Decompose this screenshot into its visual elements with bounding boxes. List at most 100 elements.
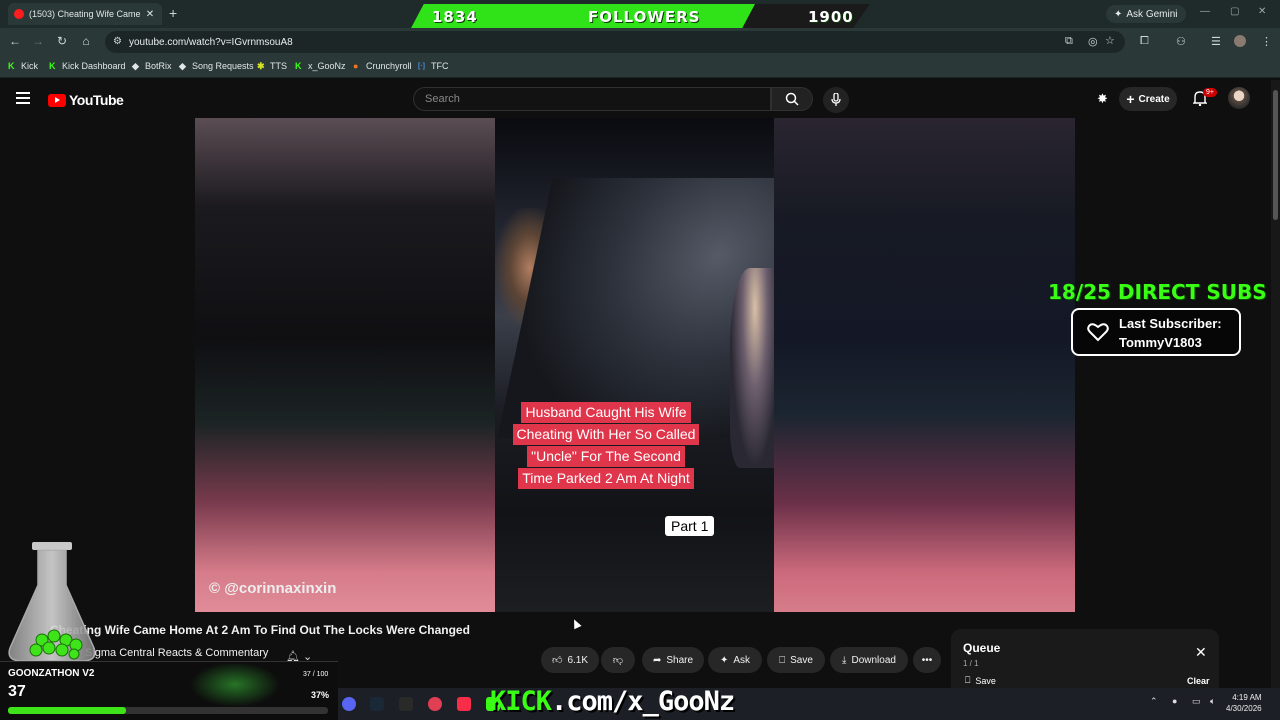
kick-icon: K [49,60,56,71]
share-icon: ➦ [652,654,662,666]
account-avatar[interactable] [1228,87,1250,109]
site-info-icon[interactable]: ⚙ [113,36,122,47]
restore-icon[interactable]: ▢ [1230,6,1239,17]
eye-off-icon[interactable]: ◎ [1088,35,1098,48]
search-button[interactable] [771,87,813,111]
bookmark-tts[interactable]: ✱ TTS [257,61,287,71]
system-clock[interactable]: 4:19 AM 4/30/2026 [1226,692,1262,714]
bookmark-kick[interactable]: K Kick [8,61,38,71]
queue-count: 1 / 1 [963,659,979,668]
share-button[interactable]: ➦ Share [642,647,704,673]
ask-gemini-button[interactable]: ✦ Ask Gemini [1106,5,1186,23]
youtube-logo[interactable]: YouTube [48,92,124,108]
search-input[interactable]: Search [413,87,771,111]
more-actions-button[interactable]: ••• [913,647,941,673]
more-horizontal-icon: ••• [921,654,933,666]
home-icon[interactable]: ⌂ [78,34,94,48]
youtube-header: YouTube Search ✸ + Create 9+ [0,79,1270,119]
download-icon: ⤓ [842,654,847,666]
menu-kebab-icon[interactable]: ⋮ [1261,35,1272,48]
last-subscriber-box: Last Subscriber: TommyV1803 [1071,308,1241,356]
ask-button[interactable]: ✦ Ask [708,647,762,673]
microphone-icon [831,93,841,106]
last-subscriber-name: TommyV1803 [1119,335,1202,350]
volume-icon[interactable]: 🔈︎ [1210,696,1215,707]
save-label: Save [790,654,813,666]
bookmark-crunchyroll[interactable]: ● Crunchyroll [353,61,412,71]
music-icon[interactable] [457,697,471,711]
bookmark-x-goonz[interactable]: Kx_GooNz [295,61,346,71]
back-icon[interactable]: ← [7,34,23,48]
queue-clear-button[interactable]: Clear [1187,676,1210,686]
caption-line: Time Parked 2 Am At Night [518,468,694,489]
scrollbar-thumb[interactable] [1273,90,1278,220]
address-bar[interactable]: ⚙ youtube.com/watch?v=IGvrnmsouA8 ⧉ ◎ ☆ [105,31,1125,53]
follower-goal-bar: 1834 FOLLOWERS 1900 [410,4,870,30]
heart-icon [1087,323,1109,342]
goonzathon-progress-fill [8,707,127,714]
minimize-icon[interactable]: — [1200,6,1210,17]
bookmark-icon: ⎕ [965,675,971,685]
caption-line: "Uncle" For The Second [527,446,685,467]
download-label: Download [851,654,896,666]
kick-wordmark: KICK [490,686,552,717]
follower-label: FOLLOWERS [588,8,701,26]
tray-display-icon[interactable]: ▭ [1192,696,1201,707]
botrix-icon: ◆ [132,60,139,71]
clock-time: 4:19 AM [1232,693,1262,702]
close-tab-icon[interactable]: ✕ [144,9,156,20]
bookmark-kick-dashboard[interactable]: K Kick Dashboard [49,61,126,71]
video-caption: Husband Caught His Wife Cheating With He… [511,402,701,490]
profile-avatar-icon[interactable] [1234,35,1246,47]
discord-icon[interactable] [342,697,356,711]
page-scrollbar[interactable] [1271,80,1280,688]
part-label: Part 1 [665,516,715,536]
video-player[interactable]: Husband Caught His Wife Cheating With He… [195,118,1075,612]
windows-taskbar [338,688,1280,720]
kick-channel-url: KICK.com/x_GooNz [490,686,735,717]
tray-mic-icon[interactable]: ● [1172,696,1177,706]
extensions-icon[interactable]: ⧠ [1140,35,1149,48]
queue-title: Queue [963,641,1001,655]
hamburger-menu-icon[interactable] [16,92,30,104]
forward-icon[interactable]: → [30,34,46,48]
epic-games-icon[interactable] [399,697,413,711]
save-button[interactable]: ⎕ Save [767,647,825,673]
browser-tab[interactable]: (1503) Cheating Wife Came ✕ [8,3,162,25]
close-window-icon[interactable]: ✕ [1258,6,1266,17]
queue-save-button[interactable]: ⎕ Save [965,675,996,686]
url-text: youtube.com/watch?v=IGvrnmsouA8 [129,36,293,48]
install-app-icon[interactable]: ⧉ [1065,35,1073,48]
youtube-logo-text: YouTube [69,92,124,108]
download-button[interactable]: ⤓ Download [830,647,908,673]
kick-url-path: .com/x_GooNz [551,686,735,717]
notification-badge: 9+ [1203,88,1217,97]
tab-title: (1503) Cheating Wife Came [29,9,141,19]
reading-list-icon[interactable]: ☰ [1211,35,1221,48]
new-tab-icon[interactable]: + [169,5,183,21]
bookmark-tfc[interactable]: [·] TFC [418,61,449,71]
bookmark-star-icon[interactable]: ☆ [1105,34,1115,47]
ai-sparkle-icon[interactable]: ✸ [1097,91,1108,107]
tray-chevron-icon[interactable]: ⌃ [1150,696,1158,707]
youtube-favicon-icon [14,9,24,19]
last-subscriber-label: Last Subscriber: [1119,316,1222,331]
goonzathon-name: GOONZATHON V2 [8,668,95,679]
like-button[interactable]: 👍︎ 6.1K [541,647,599,673]
bookmark-botrix[interactable]: ◆ BotRix [132,61,172,71]
mouse-cursor-icon [570,617,582,630]
follower-current: 1834 [432,8,478,26]
close-queue-icon[interactable]: ✕ [1195,644,1207,661]
bookmark-song-requests[interactable]: ◆ Song Requests [179,61,254,71]
profile-switch-icon[interactable]: ⚇ [1176,35,1186,48]
reload-icon[interactable]: ↻ [54,34,70,48]
channel-name[interactable]: Sigma Central Reacts & Commentary [85,647,268,659]
voice-search-button[interactable] [823,87,849,113]
create-button[interactable]: + Create [1119,87,1177,111]
tts-icon: ✱ [257,60,265,71]
flask-icon [8,542,96,662]
dislike-button[interactable]: 👎︎ [601,647,635,673]
caption-line: Husband Caught His Wife [521,402,691,423]
steam-icon[interactable] [370,697,384,711]
app-icon[interactable] [428,697,442,711]
